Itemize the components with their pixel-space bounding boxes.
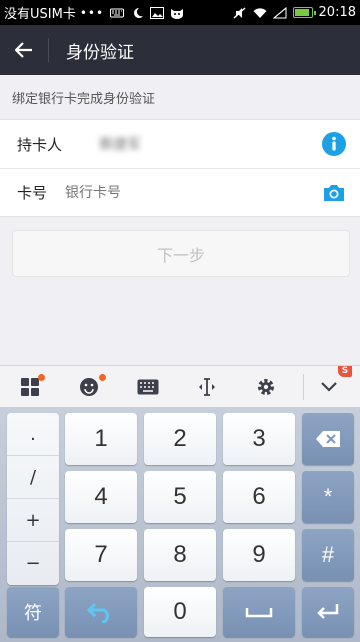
info-icon[interactable] bbox=[322, 132, 346, 156]
settings-icon bbox=[257, 378, 274, 395]
battery-icon bbox=[292, 7, 316, 18]
symbol-column[interactable]: . / + − bbox=[7, 413, 59, 585]
card-number-input[interactable] bbox=[65, 184, 285, 201]
key-1[interactable]: 1 bbox=[65, 413, 137, 465]
chevron-down-icon bbox=[321, 381, 337, 392]
holder-value: 蔡建军 bbox=[99, 137, 141, 153]
key-9[interactable]: 9 bbox=[223, 529, 295, 581]
battery-level bbox=[294, 9, 309, 16]
settings-button[interactable] bbox=[236, 366, 295, 408]
next-button[interactable]: 下一步 bbox=[12, 230, 350, 277]
numeric-keyboard: . / + − 1 2 3 4 5 6 * 7 8 9 # 符 0 bbox=[0, 407, 360, 642]
key-5[interactable]: 5 bbox=[144, 471, 216, 523]
nav-divider bbox=[48, 38, 49, 62]
cursor-icon bbox=[198, 377, 215, 396]
key-4[interactable]: 4 bbox=[65, 471, 137, 523]
verification-hint: 绑定银行卡完成身份验证 bbox=[12, 92, 156, 107]
enter-button[interactable] bbox=[302, 587, 354, 637]
card-info-form: 持卡人 蔡建军 卡号 bbox=[0, 119, 360, 217]
apps-badge bbox=[38, 373, 45, 381]
key-2[interactable]: 2 bbox=[144, 413, 216, 465]
back-button[interactable] bbox=[0, 25, 48, 75]
keyboard-switch-button[interactable] bbox=[118, 366, 177, 408]
keyboard-toolbar: S bbox=[0, 365, 360, 407]
card-number-label: 卡号 bbox=[17, 184, 48, 202]
apps-button[interactable] bbox=[0, 366, 59, 408]
symbol-key[interactable]: . bbox=[7, 413, 59, 456]
sogou-logo: S bbox=[338, 365, 352, 377]
holder-row: 持卡人 蔡建军 bbox=[0, 120, 360, 168]
emoji-icon bbox=[79, 377, 98, 396]
space-button[interactable] bbox=[223, 587, 295, 637]
symbol-switch-key[interactable]: 符 bbox=[7, 587, 59, 637]
key-7[interactable]: 7 bbox=[65, 529, 137, 581]
nav-bar: 身份验证 bbox=[0, 25, 360, 75]
emoji-button[interactable] bbox=[59, 366, 118, 408]
signal-icon bbox=[272, 6, 287, 18]
keyboard-icon bbox=[110, 8, 125, 17]
backspace-icon bbox=[316, 431, 340, 447]
wifi-icon bbox=[253, 7, 267, 18]
undo-icon bbox=[87, 602, 109, 623]
key-6[interactable]: 6 bbox=[223, 471, 295, 523]
keyboard-icon bbox=[137, 379, 158, 394]
symbol-key[interactable]: − bbox=[7, 542, 59, 585]
collapse-keyboard-button[interactable]: S bbox=[304, 365, 354, 408]
camera-icon[interactable] bbox=[322, 181, 346, 205]
symbol-key[interactable]: / bbox=[7, 456, 59, 499]
backspace-button[interactable] bbox=[302, 413, 354, 465]
symbol-key[interactable]: + bbox=[7, 499, 59, 542]
page-title: 身份验证 bbox=[66, 42, 134, 63]
hash-key[interactable]: # bbox=[302, 529, 354, 581]
holder-label: 持卡人 bbox=[17, 135, 63, 154]
undo-button[interactable] bbox=[65, 587, 137, 637]
enter-icon bbox=[317, 604, 339, 619]
mute-icon bbox=[233, 6, 246, 19]
space-icon bbox=[245, 608, 273, 618]
cursor-button[interactable] bbox=[177, 366, 236, 408]
card-number-row: 卡号 bbox=[0, 168, 360, 216]
carrier-text: 没有USIM卡 bbox=[4, 7, 76, 22]
grid-icon bbox=[20, 377, 39, 396]
key-3[interactable]: 3 bbox=[223, 413, 295, 465]
key-0[interactable]: 0 bbox=[144, 587, 216, 637]
asterisk-key[interactable]: * bbox=[302, 471, 354, 523]
status-bar: 没有USIM卡 ••• 20:18 bbox=[0, 0, 360, 25]
moon-icon bbox=[134, 7, 144, 18]
key-8[interactable]: 8 bbox=[144, 529, 216, 581]
notification-dots: ••• bbox=[79, 5, 105, 20]
image-icon bbox=[150, 6, 165, 19]
cat-icon bbox=[171, 8, 184, 19]
emoji-badge bbox=[99, 373, 106, 381]
arrow-left-icon bbox=[15, 42, 32, 58]
clock: 20:18 bbox=[318, 5, 356, 20]
